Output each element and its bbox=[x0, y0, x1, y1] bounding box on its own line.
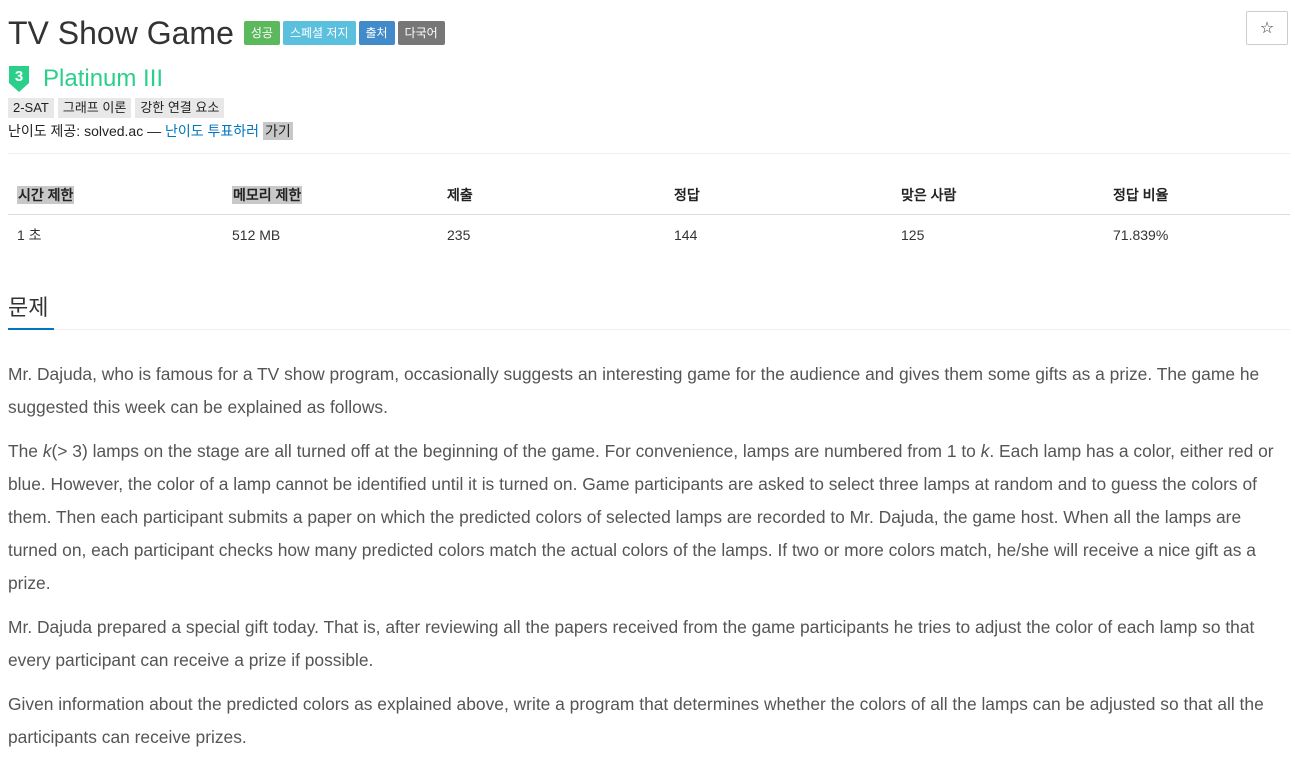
value-solvers: 125 bbox=[901, 227, 925, 243]
page-title: TV Show Game bbox=[8, 14, 234, 51]
problem-paragraph-1: Mr. Dajuda, who is famous for a TV show … bbox=[8, 364, 1260, 417]
header-time-limit: 시간 제한 bbox=[8, 176, 223, 215]
tier-label[interactable]: Platinum III bbox=[43, 65, 163, 93]
header-memory-limit: 메모리 제한 bbox=[223, 176, 438, 215]
info-value-row: 1 초 512 MB 235 144 125 71.839% bbox=[8, 215, 1290, 256]
tag-scc[interactable]: 강한 연결 요소 bbox=[135, 98, 225, 118]
problem-paragraph-2: The k(> 3) lamps on the stage are all tu… bbox=[8, 441, 1274, 593]
badge-success[interactable]: 성공 bbox=[243, 21, 280, 45]
tier-icon: 3 bbox=[9, 66, 29, 92]
value-time-limit: 1 초 bbox=[17, 227, 42, 243]
header-solvers: 맞은 사람 bbox=[892, 176, 1104, 215]
badge-source[interactable]: 출처 bbox=[358, 21, 395, 45]
problem-paragraph-4: Given information about the predicted co… bbox=[8, 694, 1264, 747]
problem-paragraph-3: Mr. Dajuda prepared a special gift today… bbox=[8, 617, 1255, 670]
star-icon: ☆ bbox=[1259, 20, 1275, 37]
value-memory-limit: 512 MB bbox=[232, 227, 281, 243]
problem-description: Mr. Dajuda, who is famous for a TV show … bbox=[8, 358, 1290, 765]
header-ratio: 정답 비율 bbox=[1104, 176, 1290, 215]
tag-2sat[interactable]: 2-SAT bbox=[8, 98, 54, 118]
section-title-problem: 문제 bbox=[8, 295, 49, 320]
provider-text: 난이도 제공: solved.ac — bbox=[8, 123, 165, 139]
difficulty-provider: 난이도 제공: solved.ac — 난이도 투표하러 가기 bbox=[8, 121, 293, 141]
badge-special-judge[interactable]: 스페셜 저지 bbox=[282, 21, 356, 45]
divider bbox=[8, 153, 1290, 154]
section-underline bbox=[8, 328, 1290, 330]
favorite-button[interactable]: ☆ bbox=[1246, 11, 1288, 45]
go-link[interactable]: 가기 bbox=[262, 122, 293, 140]
tag-graph-theory[interactable]: 그래프 이론 bbox=[57, 98, 132, 118]
badge-multilingual[interactable]: 다국어 bbox=[397, 21, 445, 45]
value-accepted: 144 bbox=[674, 227, 698, 243]
algorithm-tags: 2-SAT 그래프 이론 강한 연결 요소 bbox=[8, 98, 228, 118]
header-accepted: 정답 bbox=[665, 176, 892, 215]
vote-link[interactable]: 난이도 투표하러 bbox=[165, 123, 259, 139]
math-var-k: k bbox=[42, 441, 52, 461]
tier-number: 3 bbox=[15, 68, 23, 85]
section-underline-active bbox=[8, 328, 54, 330]
value-submissions: 235 bbox=[447, 227, 471, 243]
problem-info-table: 시간 제한 메모리 제한 제출 정답 맞은 사람 정답 비율 1 초 512 M… bbox=[8, 176, 1290, 255]
value-ratio: 71.839% bbox=[1113, 227, 1169, 243]
info-header-row: 시간 제한 메모리 제한 제출 정답 맞은 사람 정답 비율 bbox=[8, 176, 1290, 215]
tier-row: 3 Platinum III bbox=[8, 64, 163, 94]
header-submissions: 제출 bbox=[438, 176, 665, 215]
title-row: TV Show Game 성공 스페셜 저지 출처 다국어 bbox=[8, 12, 448, 54]
